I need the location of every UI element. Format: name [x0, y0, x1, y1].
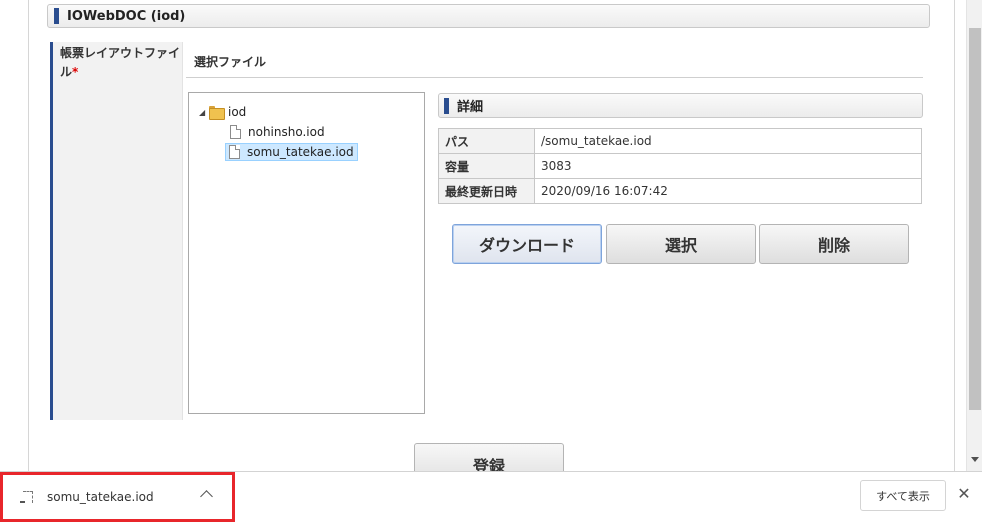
register-button[interactable]: 登録 [414, 443, 564, 471]
show-all-button[interactable]: すべて表示 [860, 480, 946, 511]
file-icon [229, 145, 240, 159]
tree-node-file-selected[interactable]: somu_tatekae.iod [225, 143, 358, 161]
download-file-icon [20, 490, 34, 504]
section-accent-bar [54, 8, 59, 24]
detail-header: 詳細 [438, 93, 923, 118]
chevron-up-icon[interactable] [200, 490, 213, 503]
detail-value: 3083 [534, 153, 922, 179]
close-icon[interactable]: ✕ [956, 486, 972, 502]
table-row: パス /somu_tatekae.iod [438, 128, 922, 154]
delete-button[interactable]: 削除 [759, 224, 909, 264]
download-item[interactable]: somu_tatekae.iod [0, 472, 235, 522]
detail-value: /somu_tatekae.iod [534, 128, 922, 154]
table-row: 最終更新日時 2020/09/16 16:07:42 [438, 178, 922, 204]
file-tree[interactable]: ◢ iod nohinsho.iod somu_tatekae.iod [188, 92, 425, 414]
folder-icon [209, 106, 225, 120]
file-icon [230, 125, 241, 139]
detail-key: パス [438, 128, 535, 154]
detail-accent-bar [444, 97, 449, 114]
tree-node-file[interactable]: nohinsho.iod [230, 123, 325, 141]
scrollbar-thumb[interactable] [969, 28, 981, 410]
section-header: IOWebDOC (iod) [47, 4, 930, 28]
download-button[interactable]: ダウンロード [452, 224, 602, 264]
field-label: 帳票レイアウトファイル* [60, 44, 180, 82]
detail-key: 容量 [438, 153, 535, 179]
selected-file-title: 選択ファイル [186, 46, 923, 78]
section-title: IOWebDOC (iod) [67, 8, 186, 24]
tree-node-label[interactable]: somu_tatekae.iod [247, 145, 354, 159]
required-mark: * [72, 65, 79, 79]
detail-title: 詳細 [457, 100, 484, 115]
tree-node-label[interactable]: nohinsho.iod [248, 125, 325, 139]
detail-key: 最終更新日時 [438, 178, 535, 204]
tree-node-label[interactable]: iod [228, 105, 246, 119]
download-bar: somu_tatekae.iod すべて表示 ✕ [0, 471, 982, 523]
vertical-scrollbar[interactable] [966, 0, 982, 471]
detail-table: パス /somu_tatekae.iod 容量 3083 最終更新日時 2020… [438, 128, 922, 204]
detail-value: 2020/09/16 16:07:42 [534, 178, 922, 204]
table-row: 容量 3083 [438, 153, 922, 179]
download-file-name[interactable]: somu_tatekae.iod [47, 490, 154, 504]
scroll-down-arrow-icon[interactable] [971, 457, 979, 462]
select-button[interactable]: 選択 [606, 224, 756, 264]
tree-expand-icon[interactable]: ◢ [199, 108, 209, 117]
tree-node-root[interactable]: ◢ iod [199, 103, 246, 121]
page-viewport: IOWebDOC (iod) 帳票レイアウトファイル* 選択ファイル ◢ iod… [0, 0, 966, 471]
